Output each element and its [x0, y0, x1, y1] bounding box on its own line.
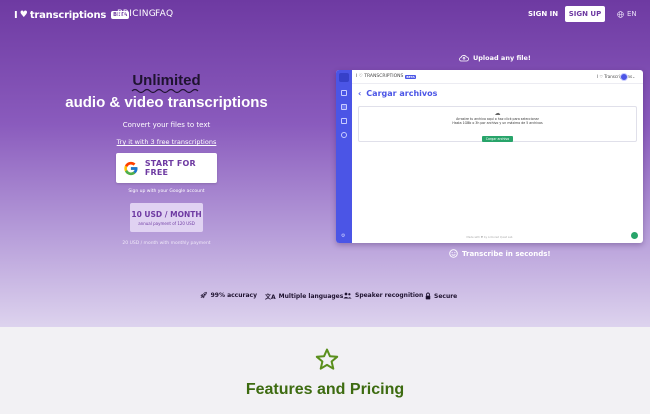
sign-in-link[interactable]: SIGN IN — [528, 10, 558, 18]
google-icon — [124, 161, 138, 175]
speakers-icon — [343, 292, 352, 299]
feature-label: Speaker recognition — [355, 292, 424, 299]
app-beta-badge: BETA — [405, 74, 416, 79]
language-label: EN — [627, 10, 637, 18]
nav-pricing[interactable]: PRICING — [117, 9, 156, 19]
upload-caption-text: Upload any file! — [473, 54, 531, 62]
nav-faq[interactable]: FAQ — [155, 9, 173, 19]
feature-label: Multiple languages — [278, 293, 344, 300]
feature-accuracy: 🚀︎ 99% accuracy — [200, 292, 257, 299]
feature-label: Secure — [434, 292, 458, 300]
feature-strip: 🚀︎ 99% accuracy 文A Multiple languages Sp… — [0, 292, 650, 302]
feature-languages: 文A Multiple languages — [265, 292, 343, 301]
app-footer: Made with ♥ by Armored Quiet Lab — [466, 236, 513, 239]
app-chevron-icon: ⌄ — [632, 74, 636, 79]
app-drop-zone: ☁ Arrastre tu archivo aquí o haz click p… — [358, 106, 637, 143]
hero-headline: audio & video transcriptions — [65, 94, 268, 111]
app-doc-icon — [341, 118, 347, 124]
monthly-price-note: 20 USD / month with monthly payment — [122, 241, 211, 246]
transcribe-caption: Transcribe in seconds! — [449, 249, 551, 258]
app-upload-icon: ☁ — [494, 110, 501, 117]
logo-name: transcriptions — [29, 9, 107, 21]
top-nav: I ♥ transcriptions BETA PRICING FAQ SIGN… — [0, 0, 650, 28]
app-preview: ⚙ I ♡ TRANSCRIPTIONS BETA I ♡ Transcript… — [336, 70, 643, 243]
app-logo-text: I ♡ TRANSCRIPTIONS — [356, 74, 404, 79]
rocket-icon: 🚀︎ — [200, 292, 208, 299]
brand-logo[interactable]: I ♥ transcriptions BETA — [14, 9, 130, 21]
app-logo: I ♡ TRANSCRIPTIONS BETA — [356, 74, 416, 79]
app-topbar: I ♡ TRANSCRIPTIONS BETA I ♡ Transcriptio… — [352, 70, 643, 84]
logo-i: I — [14, 9, 18, 21]
google-signup-note: Sign up with your Google account — [128, 189, 205, 194]
globe-icon — [617, 10, 624, 18]
price-annual-note: annual payment of 120 USD — [138, 221, 195, 226]
start-button-label: START FOR FREE — [144, 159, 196, 177]
price-amount: 10 USD / MONTH — [131, 210, 202, 219]
lock-icon — [425, 292, 431, 300]
section-title: Features and Pricing — [245, 381, 405, 398]
app-drop-line2: Hasta 1GBb o 3h por archivo y un máximo … — [452, 121, 543, 126]
price-card[interactable]: 10 USD / MONTH annual payment of 120 USD — [130, 203, 203, 232]
hero-highlight: Unlimited — [132, 72, 201, 89]
app-sidebar: ⚙ — [336, 70, 352, 243]
app-history-icon — [341, 132, 347, 138]
transcribe-caption-text: Transcribe in seconds! — [462, 249, 551, 258]
feature-label: 99% accuracy — [210, 292, 257, 299]
app-page-title: ‹ Cargar archivos — [358, 89, 437, 98]
star-icon — [315, 348, 339, 370]
try-free-link[interactable]: Try it with 3 free transcriptions — [0, 138, 333, 146]
app-home-icon — [339, 73, 349, 82]
language-selector[interactable]: EN — [617, 10, 637, 18]
app-avatar — [620, 73, 628, 81]
upload-caption: Upload any file! — [459, 54, 531, 62]
app-chat-icon — [631, 232, 638, 239]
app-back-icon: ‹ — [358, 89, 362, 98]
smile-icon — [449, 249, 458, 258]
app-pick-file-button: Cargar archivo — [481, 136, 514, 143]
feature-speakers: Speaker recognition — [343, 292, 423, 299]
translate-icon: 文A — [265, 294, 276, 301]
cloud-upload-icon — [459, 55, 469, 62]
app-page-title-text: Cargar archivos — [366, 89, 438, 98]
app-nav-icon — [341, 90, 347, 96]
start-for-free-button[interactable]: START FOR FREE — [116, 153, 217, 183]
heart-icon: ♥ — [19, 10, 28, 20]
app-mic-icon — [341, 104, 347, 110]
sign-up-button[interactable]: SIGN UP — [565, 6, 605, 22]
hero-subtitle: Convert your files to text — [122, 121, 211, 129]
feature-secure: Secure — [425, 292, 457, 300]
